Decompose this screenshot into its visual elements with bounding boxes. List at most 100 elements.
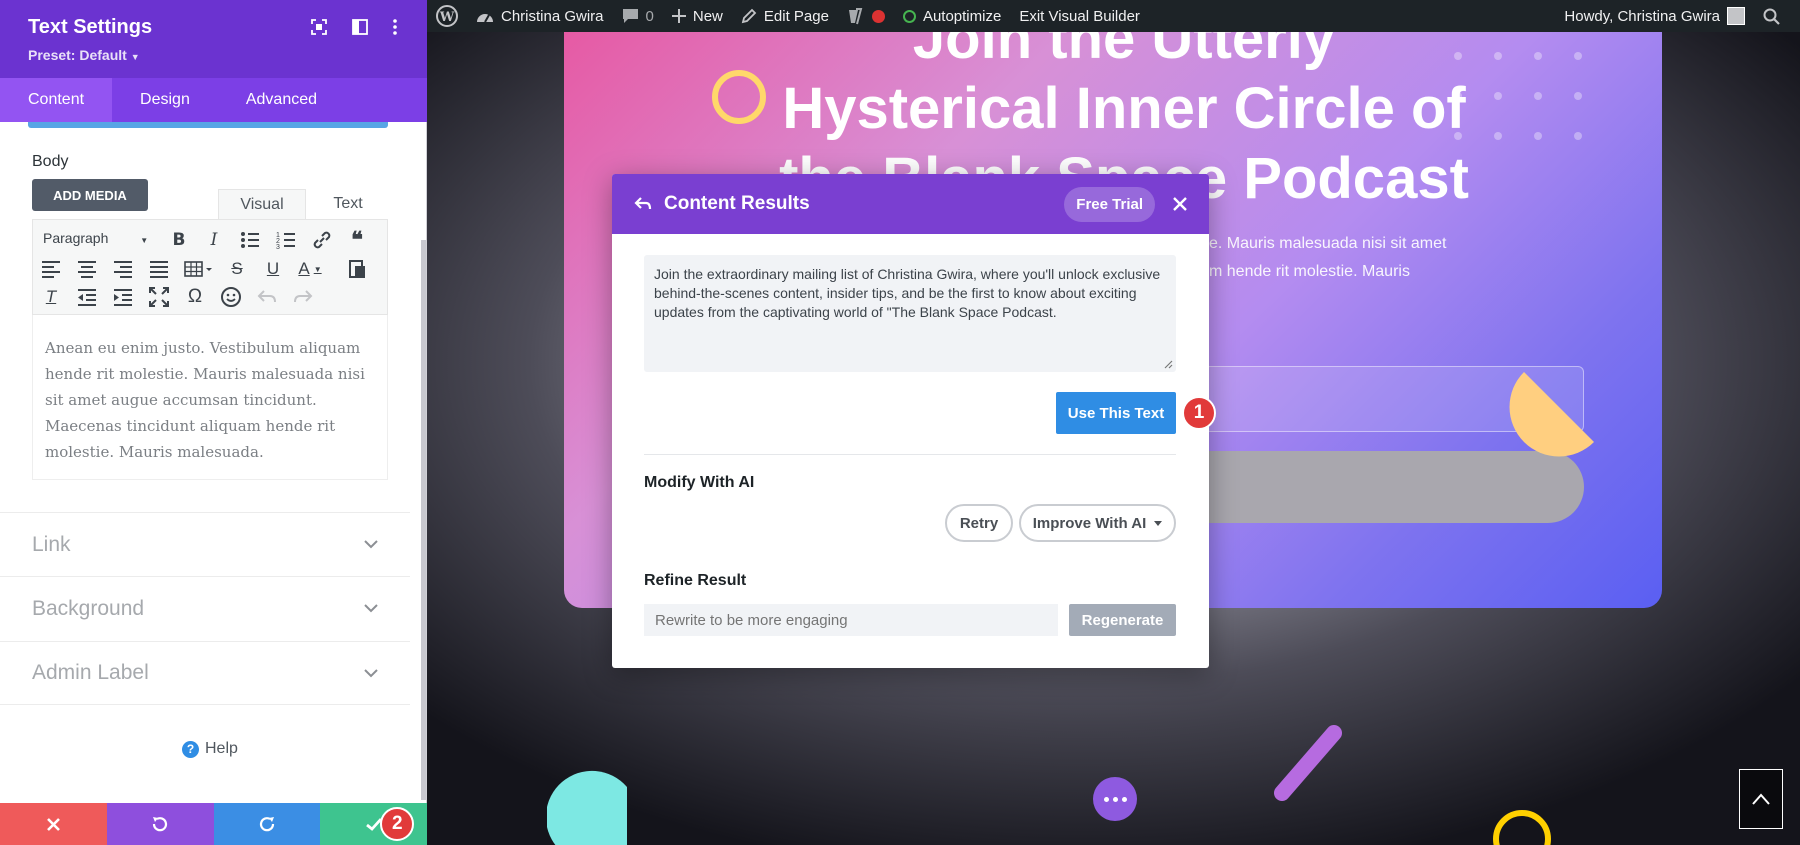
yoast-menu[interactable] [838, 0, 894, 32]
hero-heading-line: Join the Utterly [912, 32, 1336, 71]
edit-page-label: Edit Page [763, 7, 829, 25]
back-to-top-button[interactable] [1739, 769, 1783, 829]
autoptimize-link[interactable]: Autoptimize [894, 0, 1010, 32]
undo-button[interactable] [106, 803, 214, 845]
panel-header: Text Settings Preset: Default ▼ [0, 0, 427, 78]
clear-formatting-icon[interactable]: T [39, 285, 63, 309]
table-icon[interactable] [183, 257, 213, 281]
new-content-link[interactable]: New [663, 0, 732, 32]
editor-tab-visual[interactable]: Visual [218, 189, 306, 219]
outdent-icon[interactable] [75, 285, 99, 309]
add-media-button[interactable]: ADD MEDIA [32, 179, 148, 211]
split-view-icon[interactable] [352, 19, 368, 35]
panel-scrollbar[interactable] [421, 240, 426, 800]
teal-half-circle-decoration [547, 770, 627, 845]
help-link[interactable]: ? Help [182, 740, 238, 758]
half-circle-decoration [1509, 372, 1594, 457]
refine-result-label: Refine Result [644, 572, 747, 589]
refine-input[interactable] [644, 604, 1058, 636]
plus-icon [671, 9, 686, 23]
modify-with-ai-label: Modify With AI [644, 474, 755, 491]
align-right-icon[interactable] [111, 257, 135, 281]
close-icon[interactable] [1173, 197, 1187, 211]
comments-link[interactable]: 0 [613, 0, 663, 32]
retry-button[interactable]: Retry [945, 504, 1013, 542]
wordpress-icon: W [436, 5, 458, 27]
new-label: New [692, 7, 723, 25]
avatar [1727, 7, 1745, 25]
section-admin-label[interactable]: Admin Label [0, 641, 410, 705]
save-button[interactable]: 2 [320, 803, 427, 845]
more-options-button[interactable] [1093, 777, 1137, 821]
blockquote-icon[interactable]: ❝ [345, 227, 369, 252]
search-button[interactable] [1754, 0, 1800, 32]
free-trial-button[interactable]: Free Trial [1064, 186, 1155, 222]
pencil-icon [741, 8, 757, 24]
undo-icon[interactable] [255, 285, 279, 309]
align-center-icon[interactable] [75, 257, 99, 281]
howdy-label: Howdy, Christina Gwira [1564, 7, 1720, 25]
bullet-list-icon[interactable] [238, 228, 262, 252]
preset-dropdown[interactable]: Preset: Default ▼ [28, 47, 140, 63]
align-left-icon[interactable] [39, 257, 63, 281]
align-justify-icon[interactable] [147, 257, 171, 281]
more-dot [1103, 796, 1109, 802]
text-settings-panel: Text Settings Preset: Default ▼ Content … [0, 0, 427, 845]
account-menu[interactable]: Howdy, Christina Gwira [1555, 0, 1754, 32]
use-this-text-button[interactable]: Use This Text [1056, 392, 1176, 434]
pill-decoration [1274, 725, 1342, 801]
tab-content[interactable]: Content [0, 78, 113, 122]
bold-icon[interactable]: B [167, 228, 191, 252]
redo-icon[interactable] [291, 285, 315, 309]
result-textarea[interactable]: Join the extraordinary mailing list of C… [644, 255, 1176, 372]
admin-bar: W Christina Gwira 0 New Edit Page Autopt… [427, 0, 1800, 32]
text-color-icon[interactable]: A ▼ [295, 257, 325, 281]
section-edge-bar [28, 122, 388, 128]
svg-text:3: 3 [276, 244, 280, 251]
editor-tab-text[interactable]: Text [306, 189, 390, 219]
chevron-up-icon [1752, 793, 1770, 805]
numbered-list-icon[interactable]: 123 [274, 228, 298, 252]
body-editor[interactable]: Anean eu enim justo. Vestibulum aliquam … [32, 315, 388, 480]
content-results-modal: Content Results Free Trial Join the extr… [612, 174, 1216, 668]
strikethrough-icon[interactable]: S [225, 257, 249, 281]
improve-with-ai-button[interactable]: Improve With AI [1019, 504, 1176, 542]
section-link[interactable]: Link [0, 512, 410, 576]
underline-icon[interactable]: U [261, 257, 285, 281]
editor-toolbar: Paragraph ▼ B I 123 ❝ S U A ▼ T Ω [32, 219, 388, 315]
indent-icon[interactable] [111, 285, 135, 309]
fullscreen-icon[interactable] [311, 19, 327, 35]
result-text: Join the extraordinary mailing list of C… [654, 266, 1161, 320]
tab-advanced[interactable]: Advanced [218, 78, 345, 122]
redo-button[interactable] [213, 803, 321, 845]
discard-button[interactable] [0, 803, 107, 845]
paragraph-select[interactable]: Paragraph ▼ [43, 230, 148, 246]
back-arrow-icon[interactable] [634, 196, 652, 212]
caret-down-icon: ▼ [140, 236, 149, 245]
special-character-icon[interactable]: Ω [183, 285, 207, 309]
hero-text: e. Mauris malesuada nisi sit amet m hend… [1209, 230, 1589, 286]
dot-pattern [1454, 92, 1462, 100]
tab-design[interactable]: Design [112, 78, 218, 122]
edit-page-link[interactable]: Edit Page [732, 0, 838, 32]
dot-pattern [1494, 132, 1502, 140]
kebab-menu-icon[interactable] [392, 19, 398, 35]
section-background[interactable]: Background [0, 576, 410, 640]
site-name-link[interactable]: Christina Gwira [467, 0, 613, 32]
regenerate-button[interactable]: Regenerate [1069, 604, 1176, 636]
emoji-icon[interactable] [219, 285, 243, 309]
wordpress-logo-button[interactable]: W [427, 0, 467, 32]
link-icon[interactable] [310, 228, 334, 252]
italic-icon[interactable]: I [202, 228, 226, 252]
close-icon [46, 817, 60, 831]
modal-header: Content Results Free Trial [612, 174, 1209, 234]
exit-visual-builder-link[interactable]: Exit Visual Builder [1010, 0, 1149, 32]
seo-status-dot [871, 9, 885, 23]
caret-down-icon [1154, 520, 1163, 526]
dot-pattern [1574, 52, 1582, 60]
dot-pattern [1494, 92, 1502, 100]
panel-title: Text Settings [28, 16, 153, 38]
fullscreen-editor-icon[interactable] [147, 285, 171, 309]
paste-text-icon[interactable] [345, 257, 369, 281]
resize-grip-icon[interactable] [1163, 359, 1173, 369]
